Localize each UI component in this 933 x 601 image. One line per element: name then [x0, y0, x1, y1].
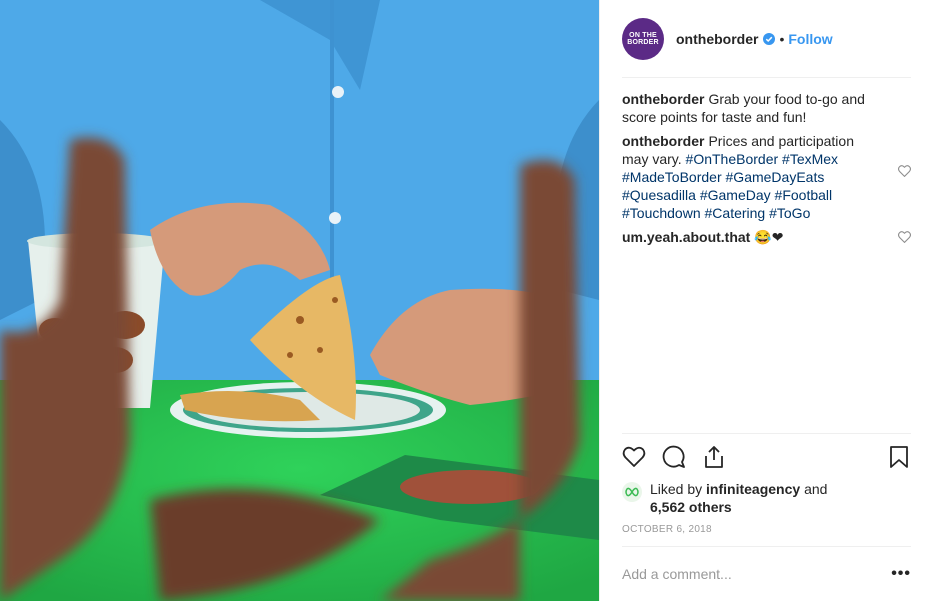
- separator-dot: •: [779, 30, 785, 47]
- likes-text: Liked by infiniteagency and 6,562 others: [650, 480, 827, 516]
- hashtag-link[interactable]: #ToGo: [769, 205, 810, 221]
- comment-username[interactable]: ontheborder: [622, 133, 704, 149]
- avatar-logo-line1: ON THE: [629, 31, 657, 39]
- hashtag-link[interactable]: #Football: [775, 187, 833, 203]
- hashtag-link[interactable]: #OnTheBorder: [686, 151, 779, 167]
- action-icons-row: [622, 434, 911, 480]
- post-header: ON THE BORDER ontheborder • Follow: [622, 0, 911, 78]
- liked-by-label: Liked by: [650, 481, 703, 497]
- liker-avatar[interactable]: [622, 482, 642, 502]
- likes-others-link[interactable]: 6,562 others: [650, 499, 732, 515]
- post-actions: Liked by infiniteagency and 6,562 others…: [622, 433, 911, 546]
- post-date[interactable]: OCTOBER 6, 2018: [622, 524, 911, 546]
- hashtag-link[interactable]: #Touchdown: [622, 205, 701, 221]
- add-comment-bar: •••: [622, 546, 911, 601]
- comment-username[interactable]: um.yeah.about.that: [622, 229, 750, 245]
- likes-summary: Liked by infiniteagency and 6,562 others: [622, 480, 911, 516]
- verified-badge-icon: [763, 32, 776, 45]
- instagram-post: ON THE BORDER ontheborder • Follow onthe…: [0, 0, 933, 601]
- bookmark-icon[interactable]: [887, 445, 911, 469]
- author-username[interactable]: ontheborder: [676, 31, 758, 47]
- liked-by-user[interactable]: infiniteagency: [706, 481, 800, 497]
- hashtag-link[interactable]: #GameDayEats: [726, 169, 825, 185]
- heart-icon[interactable]: [622, 445, 646, 469]
- comment-like-heart-icon[interactable]: [898, 231, 911, 243]
- post-photo[interactable]: [0, 0, 599, 601]
- hashtag-link[interactable]: #MadeToBorder: [622, 169, 722, 185]
- add-comment-input[interactable]: [622, 566, 891, 582]
- caption: ontheborder Grab your food to-go and scor…: [622, 90, 911, 126]
- hashtag-link[interactable]: #Catering: [705, 205, 766, 221]
- hashtag-link[interactable]: #TexMex: [782, 151, 838, 167]
- post-side-panel: ON THE BORDER ontheborder • Follow onthe…: [599, 0, 933, 601]
- comments-list: ontheborder Grab your food to-go and scor…: [600, 78, 933, 433]
- comment-icon[interactable]: [662, 445, 686, 469]
- follow-button[interactable]: Follow: [788, 31, 832, 47]
- comment-text: 😂❤: [754, 229, 784, 245]
- comment-username[interactable]: ontheborder: [622, 91, 704, 107]
- infinity-logo-icon: [625, 487, 639, 497]
- hashtag-link[interactable]: #GameDay: [700, 187, 771, 203]
- avatar-logo-line2: BORDER: [627, 38, 659, 46]
- more-options-icon[interactable]: •••: [891, 565, 911, 583]
- quesadilla-photo-illustration: [0, 0, 599, 601]
- author-avatar[interactable]: ON THE BORDER: [622, 17, 664, 60]
- likes-joiner: and: [804, 481, 828, 497]
- comment-like-heart-icon[interactable]: [898, 165, 911, 177]
- comment: um.yeah.about.that 😂❤: [622, 228, 911, 246]
- hashtag-link[interactable]: #Quesadilla: [622, 187, 696, 203]
- comment: ontheborder Prices and participation may …: [622, 132, 911, 222]
- share-icon[interactable]: [702, 445, 726, 469]
